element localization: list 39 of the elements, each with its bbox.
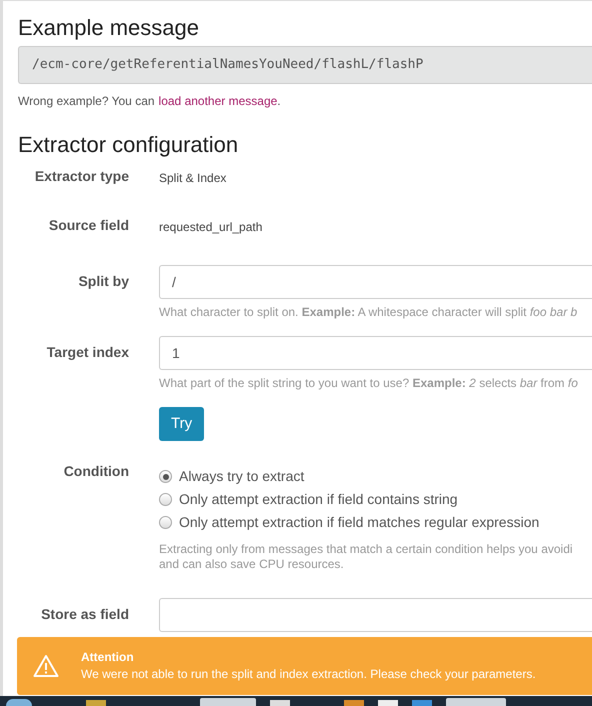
start-icon[interactable] [6, 699, 32, 706]
section-title: Extractor configuration [18, 131, 240, 159]
field-value: Split & Index [159, 170, 226, 187]
text-field[interactable]: 1 [159, 336, 592, 370]
field-label: Split by [78, 273, 129, 291]
radio-label[interactable]: Always try to extract [179, 466, 304, 487]
radio-button[interactable] [159, 470, 172, 483]
help-text: What part of the split string to you want to use? Example: 2 selects bar from fo [159, 376, 579, 391]
try-button[interactable]: Try [159, 407, 204, 441]
load-message-link[interactable]: load another message [158, 92, 278, 110]
help-text: What character to split on. Example: A whitespace character will split foo bar b [159, 305, 578, 320]
taskbar-button[interactable] [200, 698, 256, 706]
help-text: and can also save CPU resources. [159, 557, 345, 572]
radio-label[interactable]: Only attempt extraction if field matches regular expression [179, 512, 540, 533]
field-label: Condition [64, 463, 129, 481]
field-label: Target index [46, 344, 129, 362]
taskbar-icon[interactable] [412, 700, 432, 706]
radio-label[interactable]: Only attempt extraction if field contains string [179, 489, 458, 510]
text-field[interactable]: / [159, 265, 592, 299]
radio-button[interactable] [159, 516, 172, 529]
field-label: Extractor type [34, 168, 129, 186]
taskbar-icon[interactable] [86, 700, 106, 706]
field-label: Source field [48, 217, 129, 235]
section-title: Example message [18, 14, 200, 42]
field-value: requested_url_path [159, 219, 262, 236]
taskbar-icon[interactable] [378, 700, 398, 706]
taskbar-button[interactable] [446, 698, 506, 706]
alert-message: We were not able to run the split and index extraction. Please check your parameters. [81, 666, 537, 683]
example-message: /ecm-core/getReferentialNamesYouNeed/flashL/flashP [18, 46, 592, 84]
field-label: Store as field [41, 606, 129, 624]
alert-title: Attention [81, 649, 135, 666]
warning-icon [33, 654, 59, 678]
taskbar-icon[interactable] [270, 700, 290, 706]
taskbar-icon[interactable] [344, 700, 364, 706]
radio-button[interactable] [159, 493, 172, 506]
hint-text: . [277, 93, 281, 110]
text-field[interactable] [159, 598, 592, 632]
help-text: Extracting only from messages that match a certain condition helps you avoidi [159, 542, 574, 557]
hint-text: Wrong example? You can [18, 93, 155, 110]
